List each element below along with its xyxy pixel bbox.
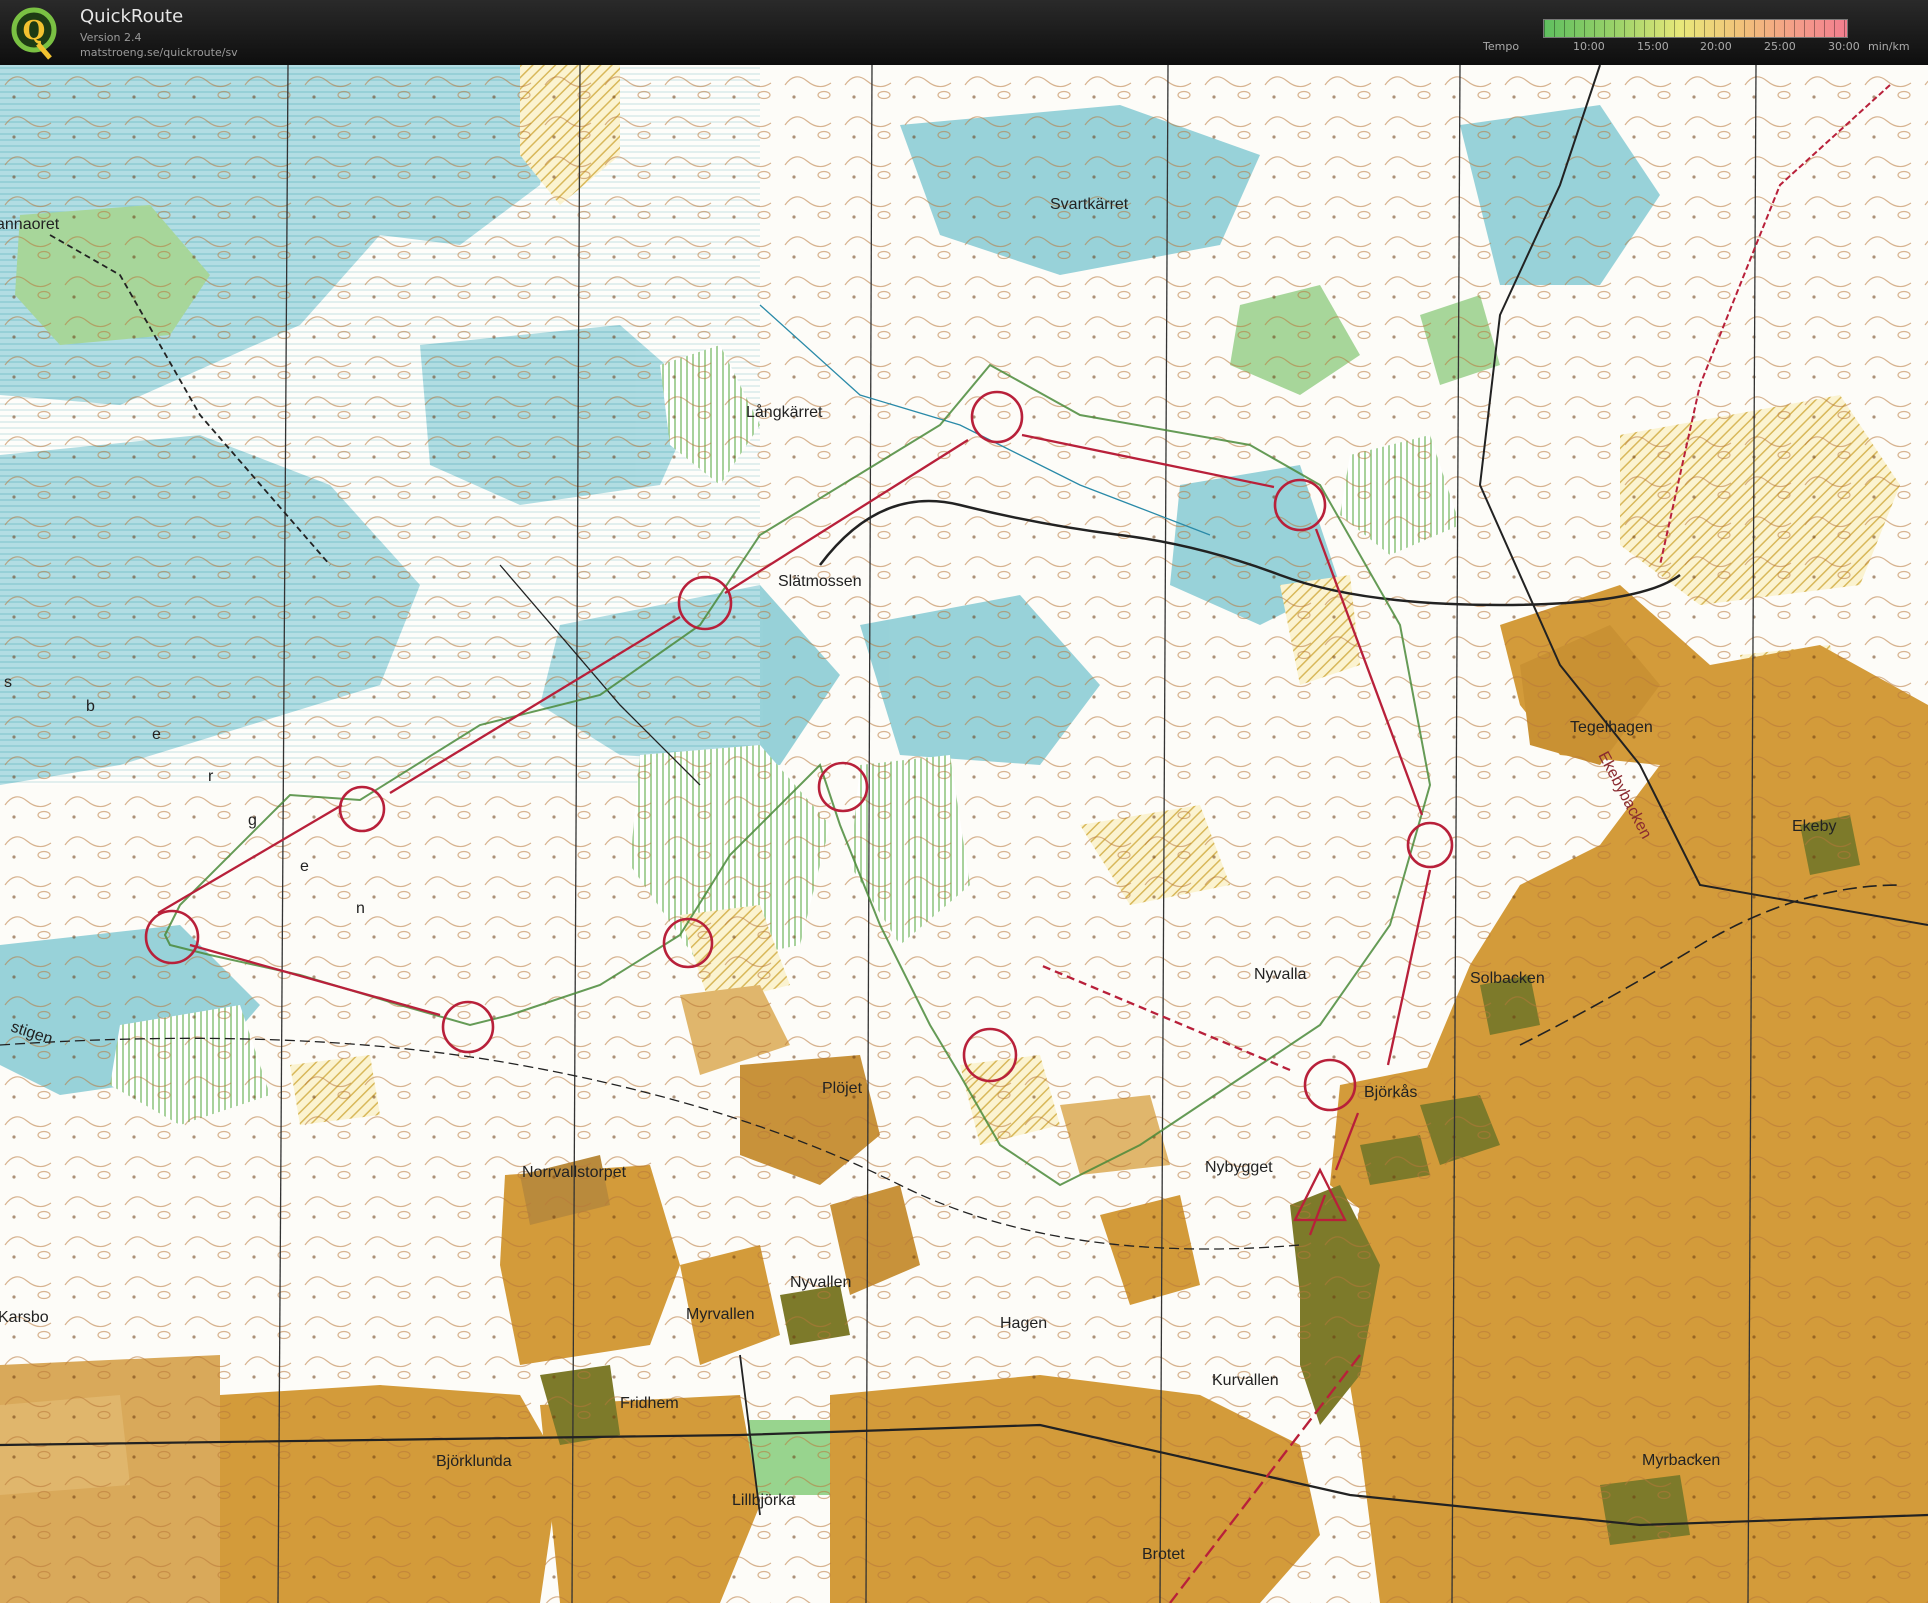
label-bjorklunda: Björklunda [436, 1453, 512, 1470]
label-plojet: Plöjet [822, 1080, 863, 1097]
tempo-tick: 10:00 [1573, 40, 1605, 53]
label-brotet: Brotet [1142, 1546, 1185, 1563]
label-bergen-e: e [152, 726, 161, 743]
svg-text:Q: Q [23, 16, 46, 46]
app-title: QuickRoute [80, 6, 184, 27]
label-tegelhagen: Tegelhagen [1570, 719, 1653, 736]
label-bjorkas: Björkås [1364, 1083, 1417, 1101]
app-header: Q QuickRoute Version 2.4 matstroeng.se/q… [0, 0, 1928, 65]
label-nyvallen: Nyvallen [790, 1274, 851, 1291]
label-myrbacken: Myrbacken [1642, 1452, 1720, 1469]
label-lillbjorka: Lillbjörka [732, 1492, 795, 1509]
label-myrvallen: Myrvallen [686, 1306, 754, 1323]
label-hagen: Hagen [1000, 1315, 1047, 1332]
label-ekeby: Ekeby [1792, 818, 1836, 835]
label-norrvallstorpet: Norrvallstorpet [522, 1164, 627, 1181]
app-url[interactable]: matstroeng.se/quickroute/sv [80, 46, 238, 59]
label-bergen-e2: e [300, 858, 309, 875]
label-nyvalla: Nyvalla [1254, 966, 1307, 983]
tempo-tick: 20:00 [1700, 40, 1732, 53]
quickroute-logo-icon: Q [11, 7, 57, 60]
label-bergen-s: s [4, 674, 12, 691]
label-fridhem: Fridhem [620, 1395, 679, 1412]
tempo-unit: min/km [1868, 40, 1910, 53]
label-langkarret: Långkärret [746, 403, 823, 421]
tempo-tick: 15:00 [1637, 40, 1669, 53]
app-version: Version 2.4 [80, 31, 142, 44]
tempo-color-scale [1543, 19, 1848, 38]
label-kurvallen: Kurvallen [1212, 1372, 1279, 1389]
label-bergen-r: r [208, 768, 214, 785]
label-slatmossen: Slätmossen [778, 573, 862, 590]
label-karsbo: Karsbo [0, 1309, 49, 1326]
tempo-label: Tempo [1483, 40, 1520, 53]
tempo-tick: 30:00 [1828, 40, 1860, 53]
label-svartkarret: Svartkärret [1050, 196, 1129, 213]
label-bergen-n: n [356, 900, 365, 917]
label-nybygget: Nybygget [1205, 1159, 1273, 1176]
tempo-tick: 25:00 [1764, 40, 1796, 53]
label-bergen-b: b [86, 698, 95, 715]
label-solbacken: Solbacken [1470, 970, 1545, 987]
orienteering-map[interactable]: annaoret Svartkärret Långkärret Slätmoss… [0, 65, 1928, 1603]
label-annaoret: annaoret [0, 216, 60, 233]
label-bergen-g: g [248, 812, 257, 829]
